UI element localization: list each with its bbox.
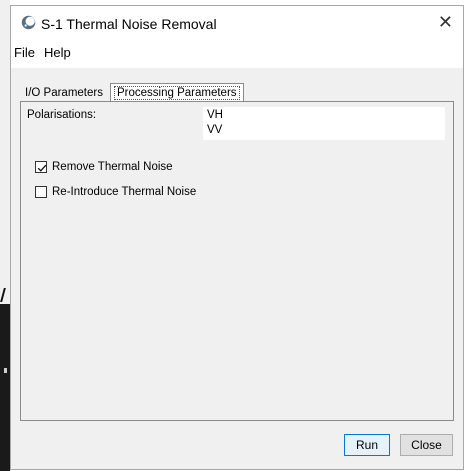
remove-thermal-noise-option[interactable]: Remove Thermal Noise — [35, 159, 173, 175]
background-window-strip — [0, 0, 10, 471]
close-button[interactable]: Close — [400, 434, 453, 456]
run-button[interactable]: Run — [344, 434, 390, 456]
background-fragment — [4, 368, 7, 373]
reintroduce-thermal-noise-checkbox[interactable] — [35, 186, 47, 198]
remove-thermal-noise-checkbox[interactable] — [35, 161, 47, 173]
tab-processing-parameters[interactable]: Processing Parameters — [110, 83, 244, 102]
polarisations-list[interactable]: VH VV — [203, 107, 445, 140]
dialog-body: I/O Parameters Processing Parameters Pol… — [11, 68, 463, 469]
menu-help[interactable]: Help — [44, 45, 71, 60]
menu-file[interactable]: File — [14, 45, 35, 60]
reintroduce-thermal-noise-label: Re-Introduce Thermal Noise — [52, 186, 197, 198]
background-fragment — [0, 288, 6, 302]
reintroduce-thermal-noise-option[interactable]: Re-Introduce Thermal Noise — [35, 184, 196, 200]
close-icon[interactable]: ✕ — [438, 12, 453, 32]
polarisation-item-vh[interactable]: VH — [207, 109, 223, 121]
tab-io-parameters[interactable]: I/O Parameters — [21, 84, 107, 102]
snap-app-icon — [21, 15, 36, 30]
checkmark-icon — [37, 164, 47, 172]
polarisation-item-vv[interactable]: VV — [207, 124, 222, 136]
remove-thermal-noise-label: Remove Thermal Noise — [52, 161, 173, 173]
polarisations-label: Polarisations: — [27, 109, 97, 121]
window-title: S-1 Thermal Noise Removal — [41, 16, 217, 32]
menu-bar: File Help — [11, 40, 463, 68]
thermal-noise-removal-dialog: S-1 Thermal Noise Removal ✕ File Help I/… — [10, 5, 464, 470]
processing-parameters-panel: Polarisations: VH VV Remove Thermal Nois… — [20, 101, 454, 421]
title-bar: S-1 Thermal Noise Removal ✕ — [11, 6, 463, 40]
tab-processing-parameters-label: Processing Parameters — [114, 86, 240, 100]
background-dark-area — [0, 304, 10, 471]
